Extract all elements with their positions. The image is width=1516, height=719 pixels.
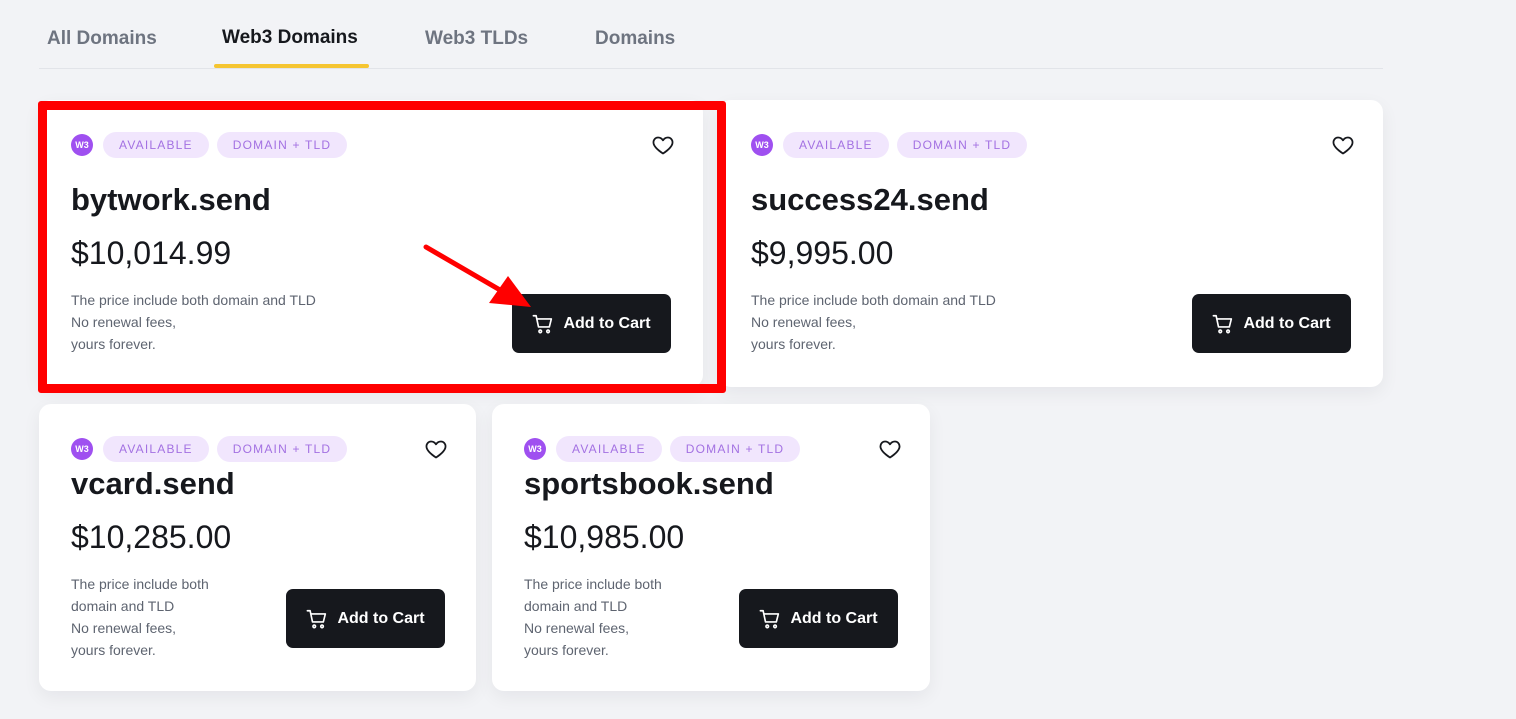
domain-card: W3 AVAILABLE DOMAIN + TLD success24.send… xyxy=(719,100,1383,387)
domain-category-tabs: All Domains Web3 Domains Web3 TLDs Domai… xyxy=(39,0,1383,69)
card-badges: W3 AVAILABLE DOMAIN + TLD xyxy=(71,132,355,158)
price-note-line: No renewal fees, xyxy=(524,620,630,636)
domain-card: W3 AVAILABLE DOMAIN + TLD sportsbook.sen… xyxy=(492,404,930,691)
tab-web3-tlds[interactable]: Web3 TLDs xyxy=(425,28,528,50)
price-note: The price include both domain and TLD No… xyxy=(71,573,209,661)
w3-icon: W3 xyxy=(71,134,93,156)
card-badges: W3 AVAILABLE DOMAIN + TLD xyxy=(751,132,1035,158)
domain-price: $10,285.00 xyxy=(71,519,232,555)
w3-icon: W3 xyxy=(751,134,773,156)
domain-tld-badge: DOMAIN + TLD xyxy=(896,132,1028,158)
w3-icon: W3 xyxy=(524,438,546,460)
add-to-cart-label: Add to Cart xyxy=(1243,314,1331,332)
domain-tld-badge: DOMAIN + TLD xyxy=(669,436,801,462)
add-to-cart-button[interactable]: Add to Cart xyxy=(1192,294,1351,353)
add-to-cart-label: Add to Cart xyxy=(337,609,425,627)
add-to-cart-label: Add to Cart xyxy=(563,314,651,332)
tab-domains[interactable]: Domains xyxy=(595,28,675,50)
heart-icon[interactable] xyxy=(651,133,675,157)
price-note-line: No renewal fees, xyxy=(751,314,857,330)
price-note-line: The price include both domain and TLD xyxy=(71,292,316,308)
price-note-line: The price include both xyxy=(71,576,209,592)
tab-web3-domains[interactable]: Web3 Domains xyxy=(222,27,358,49)
active-tab-indicator xyxy=(214,64,369,68)
tab-all-domains[interactable]: All Domains xyxy=(47,28,157,50)
domain-tld-badge: DOMAIN + TLD xyxy=(216,436,348,462)
price-note: The price include both domain and TLD No… xyxy=(71,289,316,355)
price-note-line: yours forever. xyxy=(71,336,156,352)
domain-card: W3 AVAILABLE DOMAIN + TLD vcard.send $10… xyxy=(39,404,476,691)
available-badge: AVAILABLE xyxy=(556,436,662,462)
available-badge: AVAILABLE xyxy=(103,132,209,158)
add-to-cart-label: Add to Cart xyxy=(790,609,878,627)
domain-tld-badge: DOMAIN + TLD xyxy=(216,132,348,158)
cart-icon xyxy=(306,609,327,628)
add-to-cart-button[interactable]: Add to Cart xyxy=(739,589,898,648)
w3-icon: W3 xyxy=(71,438,93,460)
cart-icon xyxy=(532,314,553,333)
price-note-line: yours forever. xyxy=(751,336,836,352)
domain-card: W3 AVAILABLE DOMAIN + TLD bytwork.send $… xyxy=(39,100,703,387)
available-badge: AVAILABLE xyxy=(783,132,889,158)
cart-icon xyxy=(1212,314,1233,333)
add-to-cart-button[interactable]: Add to Cart xyxy=(286,589,445,648)
price-note: The price include both domain and TLD No… xyxy=(524,573,662,661)
heart-icon[interactable] xyxy=(424,437,448,461)
price-note-line: yours forever. xyxy=(524,642,609,658)
domain-name[interactable]: sportsbook.send xyxy=(524,466,774,502)
price-note-line: domain and TLD xyxy=(71,598,175,614)
domain-name[interactable]: bytwork.send xyxy=(71,182,271,218)
price-note-line: No renewal fees, xyxy=(71,620,177,636)
card-badges: W3 AVAILABLE DOMAIN + TLD xyxy=(524,436,808,462)
price-note: The price include both domain and TLD No… xyxy=(751,289,996,355)
price-note-line: No renewal fees, xyxy=(71,314,177,330)
heart-icon[interactable] xyxy=(878,437,902,461)
add-to-cart-button[interactable]: Add to Cart xyxy=(512,294,671,353)
available-badge: AVAILABLE xyxy=(103,436,209,462)
price-note-line: domain and TLD xyxy=(524,598,628,614)
domain-price: $10,985.00 xyxy=(524,519,685,555)
domain-name[interactable]: vcard.send xyxy=(71,466,235,502)
heart-icon[interactable] xyxy=(1331,133,1355,157)
card-badges: W3 AVAILABLE DOMAIN + TLD xyxy=(71,436,355,462)
cart-icon xyxy=(759,609,780,628)
domain-price: $10,014.99 xyxy=(71,235,232,271)
price-note-line: The price include both xyxy=(524,576,662,592)
price-note-line: yours forever. xyxy=(71,642,156,658)
price-note-line: The price include both domain and TLD xyxy=(751,292,996,308)
domain-price: $9,995.00 xyxy=(751,235,894,271)
domain-name[interactable]: success24.send xyxy=(751,182,989,218)
